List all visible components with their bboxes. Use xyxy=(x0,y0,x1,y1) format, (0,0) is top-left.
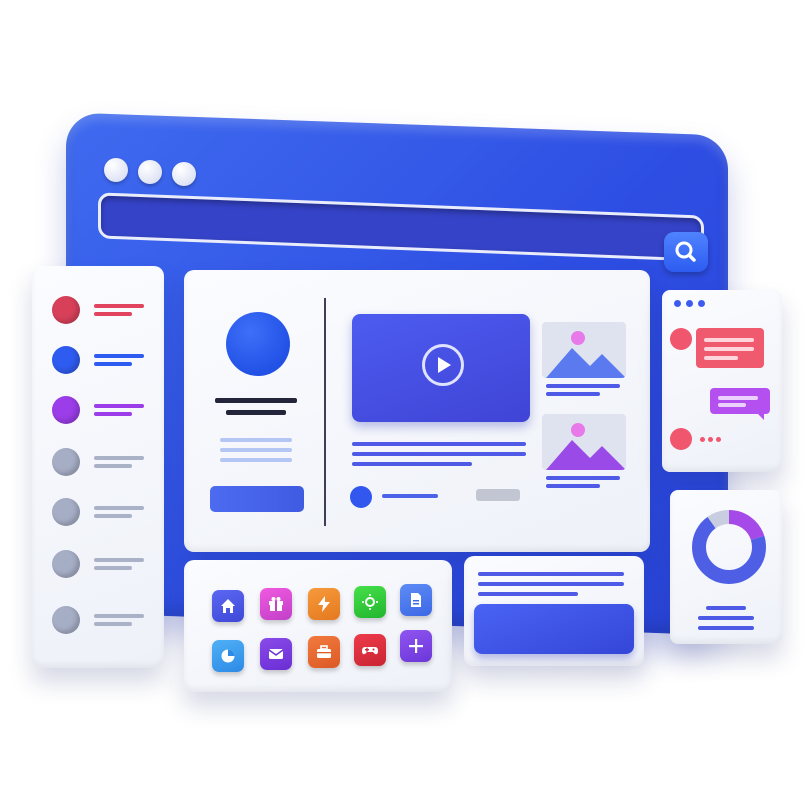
profile-subtitle-line xyxy=(226,410,286,415)
sidebar-item-2[interactable] xyxy=(52,346,156,376)
sidebar-item-dot xyxy=(52,448,80,476)
video-title-line xyxy=(352,462,472,466)
image-icon xyxy=(546,331,626,378)
apps-panel xyxy=(184,560,452,692)
search-button[interactable] xyxy=(664,232,708,272)
bolt-icon xyxy=(318,596,330,612)
image-icon xyxy=(546,423,626,470)
window-dot-close[interactable] xyxy=(104,158,128,182)
summary-action-button[interactable] xyxy=(474,604,634,654)
summary-text-line xyxy=(478,572,624,576)
thumbnail-caption xyxy=(546,384,620,388)
sidebar-item-1[interactable] xyxy=(52,296,156,326)
stats-caption xyxy=(698,616,754,620)
document-icon xyxy=(411,593,421,607)
gamepad-icon xyxy=(362,647,378,655)
window-dot-minimize[interactable] xyxy=(138,160,162,184)
sidebar-item-4[interactable] xyxy=(52,448,156,478)
sidebar-item-3[interactable] xyxy=(52,396,156,426)
plus-icon xyxy=(409,639,423,653)
search-icon xyxy=(675,241,696,262)
video-title-line xyxy=(352,442,526,446)
profile-text-line xyxy=(220,438,292,442)
author-avatar[interactable] xyxy=(350,486,372,508)
sidebar-item-6[interactable] xyxy=(52,550,156,580)
chat-avatar[interactable] xyxy=(670,428,692,450)
profile-text-line xyxy=(220,458,292,462)
summary-text-line xyxy=(478,592,578,596)
app-briefcase[interactable] xyxy=(308,636,340,668)
app-gamepad[interactable] xyxy=(354,634,386,666)
sun-icon xyxy=(362,594,378,610)
sidebar-item-5[interactable] xyxy=(52,498,156,528)
mail-icon xyxy=(268,649,284,659)
pie-chart-icon xyxy=(221,649,235,663)
app-document[interactable] xyxy=(400,584,432,616)
thumbnail-caption xyxy=(546,392,600,396)
video-title-line xyxy=(352,452,526,456)
thumbnail-caption xyxy=(546,476,620,480)
app-sun[interactable] xyxy=(354,586,386,618)
profile-action-button[interactable] xyxy=(210,486,304,512)
thumbnail-2[interactable] xyxy=(542,414,626,470)
profile-text-line xyxy=(220,448,292,452)
thumbnail-caption xyxy=(546,484,600,488)
chat-bubble-outgoing[interactable] xyxy=(710,388,770,414)
sidebar-item-dot xyxy=(52,346,80,374)
chat-dot xyxy=(698,300,705,307)
content-divider xyxy=(324,298,326,526)
stats-caption xyxy=(706,606,746,610)
sidebar-item-dot xyxy=(52,296,80,324)
typing-dot xyxy=(716,437,721,442)
home-icon xyxy=(221,599,235,613)
thumbnail-1[interactable] xyxy=(542,322,626,378)
play-icon xyxy=(438,357,451,373)
donut-chart xyxy=(692,510,766,584)
sidebar-item-dot xyxy=(52,498,80,526)
author-name-line xyxy=(382,494,438,498)
sidebar-item-dot xyxy=(52,396,80,424)
app-mail[interactable] xyxy=(260,638,292,670)
app-gift[interactable] xyxy=(260,588,292,620)
summary-text-line xyxy=(478,582,624,586)
gift-icon xyxy=(269,597,283,611)
sidebar-item-7[interactable] xyxy=(52,606,156,636)
sidebar-item-dot xyxy=(52,550,80,578)
window-dot-maximize[interactable] xyxy=(172,162,196,186)
chat-bubble-tail xyxy=(756,412,764,420)
app-pie-chart[interactable] xyxy=(212,640,244,672)
sidebar-panel xyxy=(32,266,164,668)
avatar[interactable] xyxy=(226,312,290,376)
typing-dot xyxy=(708,437,713,442)
chat-dot xyxy=(686,300,693,307)
subscribe-chip[interactable] xyxy=(476,489,520,501)
briefcase-icon xyxy=(317,645,331,658)
app-home[interactable] xyxy=(212,590,244,622)
profile-name-line xyxy=(215,398,297,403)
app-add[interactable] xyxy=(400,630,432,662)
app-bolt[interactable] xyxy=(308,588,340,620)
stats-caption xyxy=(698,626,754,630)
chat-dot xyxy=(674,300,681,307)
chat-bubble-incoming[interactable] xyxy=(696,328,764,368)
typing-dot xyxy=(700,437,705,442)
sidebar-item-dot xyxy=(52,606,80,634)
chat-avatar[interactable] xyxy=(670,328,692,350)
